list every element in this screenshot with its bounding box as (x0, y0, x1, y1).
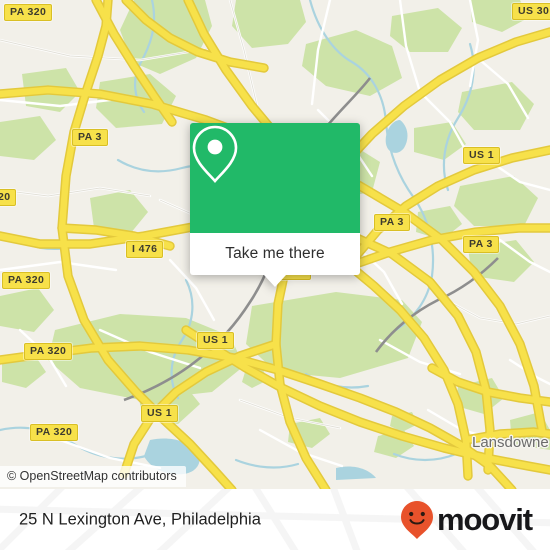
moovit-pin-icon (400, 500, 433, 539)
shield-pa-320-lower: PA 320 (24, 343, 73, 360)
moovit-wordmark: moovit (436, 502, 533, 537)
take-me-there-label: Take me there (225, 245, 325, 262)
shield-us-1-bottom: US 1 (141, 405, 178, 422)
take-me-there-button[interactable]: Take me there (190, 233, 360, 275)
map-screenshot-root: PA 320 US 30 PA 3 US 1 20 I 476 PA 3 PA … (0, 0, 550, 550)
shield-us-1-right: US 1 (463, 147, 500, 164)
popup-tail (264, 275, 286, 287)
place-label-lansdowne: Lansdowne (472, 434, 549, 451)
popup-header (190, 123, 360, 233)
shield-pa-3-midright: PA 3 (374, 214, 410, 231)
shield-us-1-left: US 1 (197, 332, 234, 349)
map-canvas[interactable]: PA 320 US 30 PA 3 US 1 20 I 476 PA 3 PA … (0, 0, 550, 490)
moovit-logo[interactable]: moovit (400, 500, 533, 540)
shield-pa-320-bottom: PA 320 (30, 424, 79, 441)
shield-pa-3-right: PA 3 (463, 236, 499, 253)
map-attribution[interactable]: © OpenStreetMap contributors (0, 466, 186, 487)
destination-popup[interactable]: Take me there (190, 123, 360, 287)
footer-bar: 25 N Lexington Ave, Philadelphia moovit (0, 489, 550, 550)
shield-i-476: I 476 (126, 241, 164, 258)
shield-us-30: US 30 (512, 3, 550, 20)
shield-pa-320-topleft: PA 320 (4, 4, 53, 21)
shield-pa-320-left: PA 320 (2, 272, 51, 289)
address-text: 25 N Lexington Ave, Philadelphia (19, 510, 261, 528)
shield-20-edge: 20 (0, 189, 17, 206)
shield-pa-3-topleft: PA 3 (72, 129, 108, 146)
location-pin-icon (192, 125, 238, 183)
